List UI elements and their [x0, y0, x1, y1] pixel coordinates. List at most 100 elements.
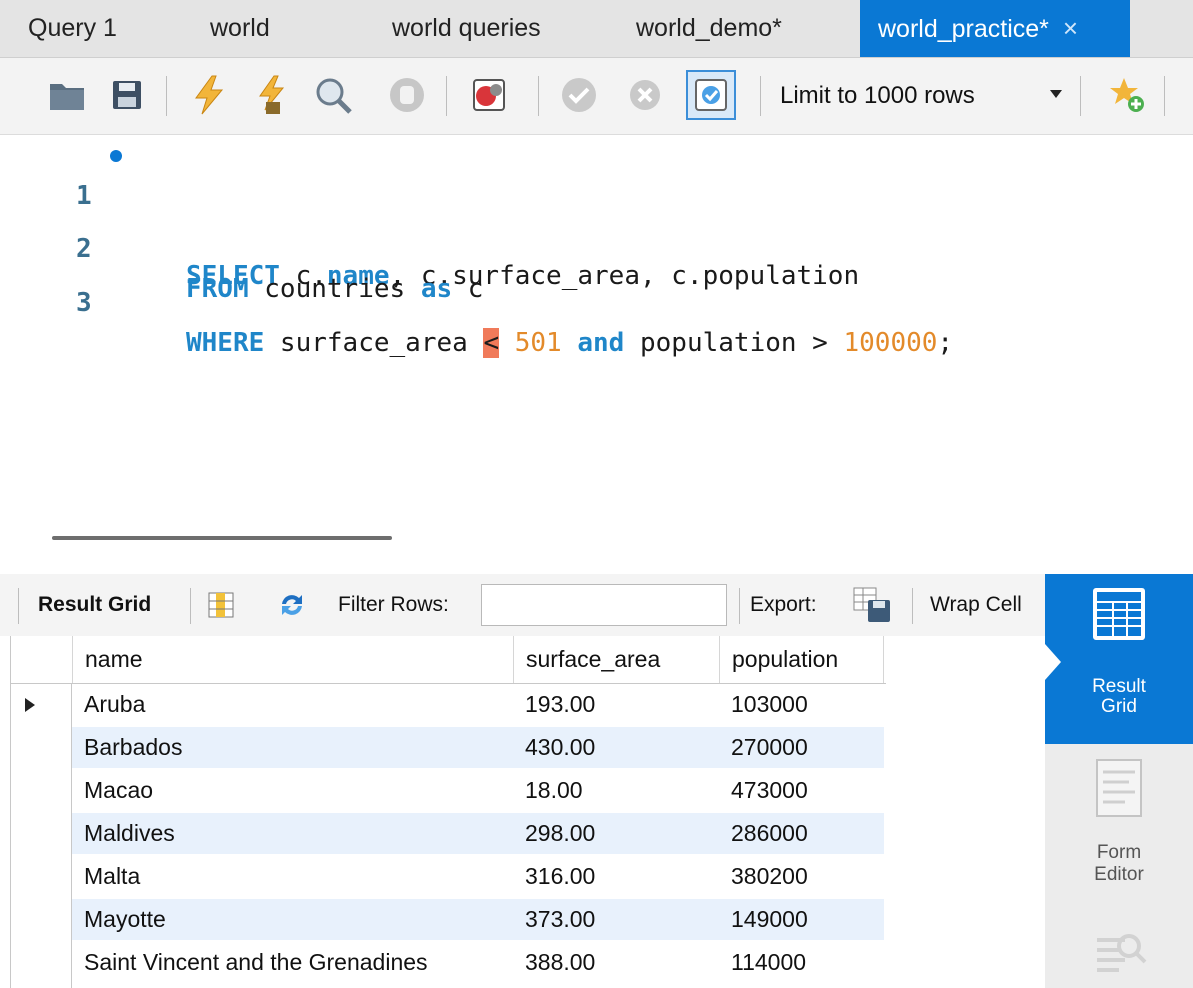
sql-editor-toolbar: Limit to 1000 rows: [0, 58, 1193, 135]
table-cell-surface-area[interactable]: 193.00: [513, 684, 719, 725]
table-cell-population[interactable]: 103000: [719, 684, 884, 725]
result-side-panel: Result Grid Form Editor: [1045, 574, 1193, 988]
explain-magnifier-icon[interactable]: [310, 72, 356, 118]
autocommit-toggle-button[interactable]: [686, 70, 736, 120]
toolbar-separator: [18, 588, 19, 624]
form-editor-icon: [1096, 759, 1142, 817]
tab-world-queries[interactable]: world queries: [392, 0, 541, 57]
table-cell-population[interactable]: 114000: [719, 942, 884, 983]
autocommit-icon: [695, 79, 727, 111]
code-token: and: [577, 328, 625, 358]
row-cells: Macao 18.00 473000: [72, 770, 884, 811]
table-cell-surface-area[interactable]: 18.00: [513, 770, 719, 811]
column-header-name[interactable]: name: [72, 636, 513, 683]
table-cell-surface-area[interactable]: 388.00: [513, 942, 719, 983]
tab-world-practice[interactable]: world_practice* ×: [860, 0, 1130, 57]
execute-statement-icon[interactable]: [248, 72, 294, 118]
table-row[interactable]: Saint Vincent and the Grenadines 388.00 11…: [11, 942, 886, 983]
code-token: 501: [514, 328, 562, 358]
table-row[interactable]: Aruba 193.00 103000: [11, 684, 886, 725]
row-cells: Barbados 430.00 270000: [72, 727, 884, 768]
current-row-indicator-icon: [25, 698, 35, 712]
table-row[interactable]: Maldives 298.00 286000: [11, 813, 886, 854]
table-row[interactable]: Macao 18.00 473000: [11, 770, 886, 811]
table-cell-population[interactable]: 380200: [719, 856, 884, 897]
query-tab-strip: Query 1 world world queries world_demo* …: [0, 0, 1193, 58]
add-snippet-star-icon[interactable]: [1104, 72, 1150, 118]
table-cell-name[interactable]: Malta: [72, 856, 513, 897]
filter-rows-label: Filter Rows:: [338, 593, 449, 616]
row-cells: Maldives 298.00 286000: [72, 813, 884, 854]
chevron-down-icon[interactable]: [1050, 90, 1062, 98]
column-header-population[interactable]: population: [719, 636, 884, 683]
table-cell-name[interactable]: Barbados: [72, 727, 513, 768]
grid-columns-icon[interactable]: [206, 590, 236, 620]
export-icon[interactable]: [852, 586, 892, 624]
table-cell-name[interactable]: Aruba: [72, 684, 513, 725]
stop-hand-icon[interactable]: [384, 72, 430, 118]
stop-on-error-icon[interactable]: [466, 72, 512, 118]
side-tab-result-grid[interactable]: Result Grid: [1045, 574, 1193, 744]
code-token: ;: [937, 328, 954, 358]
result-grid-tab[interactable]: Result Grid: [38, 588, 151, 622]
row-cells: Malta 316.00 380200: [72, 856, 884, 897]
grid-header: name surface_area population: [11, 636, 886, 684]
table-row[interactable]: Malta 316.00 380200: [11, 856, 886, 897]
sql-editor[interactable]: 1 SELECT c.name, c.surface_area, c.popul…: [0, 135, 1193, 520]
table-row[interactable]: Barbados 430.00 270000: [11, 727, 886, 768]
tab-world-practice-label: world_practice*: [878, 15, 1049, 43]
row-cells: Aruba 193.00 103000: [72, 684, 884, 725]
code-token: 100000: [843, 328, 938, 358]
table-cell-surface-area[interactable]: 298.00: [513, 813, 719, 854]
result-toolbar: Result Grid Filter Rows: Export: Wrap Ce…: [0, 574, 1045, 636]
column-header-surface-area[interactable]: surface_area: [513, 636, 719, 683]
rollback-x-icon[interactable]: [622, 72, 668, 118]
filter-rows-input[interactable]: [481, 584, 727, 626]
table-cell-population[interactable]: 270000: [719, 727, 884, 768]
field-types-icon[interactable]: [1091, 926, 1147, 988]
code-token: WHERE: [186, 328, 265, 358]
line-number: 3: [76, 288, 92, 318]
result-grid-icon: [1093, 588, 1145, 640]
close-tab-icon[interactable]: ×: [1063, 13, 1078, 43]
wrap-cell-toggle[interactable]: Wrap Cell: [930, 588, 1022, 622]
side-tab-form-label-2: Editor: [1094, 864, 1144, 885]
table-cell-name[interactable]: Maldives: [72, 813, 513, 854]
code-token: population >: [624, 328, 844, 358]
code-line: WHERE surface_area < 501 and population …: [186, 323, 953, 363]
current-statement-dot-icon: [110, 150, 122, 162]
table-cell-population[interactable]: 473000: [719, 770, 884, 811]
panel-splitter-handle[interactable]: [52, 536, 392, 540]
table-cell-name[interactable]: Macao: [72, 770, 513, 811]
side-tab-form-label-1: Form: [1096, 842, 1142, 863]
editor-line-3: 3 WHERE surface_area < 501 and populatio…: [0, 243, 1193, 358]
limit-rows-select[interactable]: Limit to 1000 rows: [780, 76, 975, 116]
table-cell-population[interactable]: 149000: [719, 899, 884, 940]
tab-world-demo[interactable]: world_demo*: [636, 0, 782, 57]
table-row[interactable]: Mayotte 373.00 149000: [11, 899, 886, 940]
open-folder-icon[interactable]: [44, 72, 90, 118]
save-icon[interactable]: [104, 72, 150, 118]
table-cell-name[interactable]: Saint Vincent and the Grenadines: [72, 942, 513, 983]
execute-lightning-icon[interactable]: [186, 72, 232, 118]
tab-world[interactable]: world: [210, 0, 270, 57]
commit-check-icon[interactable]: [556, 72, 602, 118]
toolbar-separator: [1080, 76, 1081, 116]
toolbar-separator: [166, 76, 167, 116]
toolbar-separator: [912, 588, 913, 624]
table-cell-surface-area[interactable]: 373.00: [513, 899, 719, 940]
refresh-arrows-icon[interactable]: [276, 590, 308, 620]
side-tab-form-editor[interactable]: Form Editor: [1045, 750, 1193, 910]
export-label: Export:: [750, 593, 817, 616]
code-token: surface_area: [264, 328, 484, 358]
row-cells: Mayotte 373.00 149000: [72, 899, 884, 940]
tab-query-1[interactable]: Query 1: [28, 0, 117, 57]
table-cell-name[interactable]: Mayotte: [72, 899, 513, 940]
table-cell-surface-area[interactable]: 316.00: [513, 856, 719, 897]
caret-highlight: <: [483, 328, 500, 358]
table-cell-surface-area[interactable]: 430.00: [513, 727, 719, 768]
table-cell-population[interactable]: 286000: [719, 813, 884, 854]
side-tab-result-label-2: Grid: [1101, 696, 1137, 717]
